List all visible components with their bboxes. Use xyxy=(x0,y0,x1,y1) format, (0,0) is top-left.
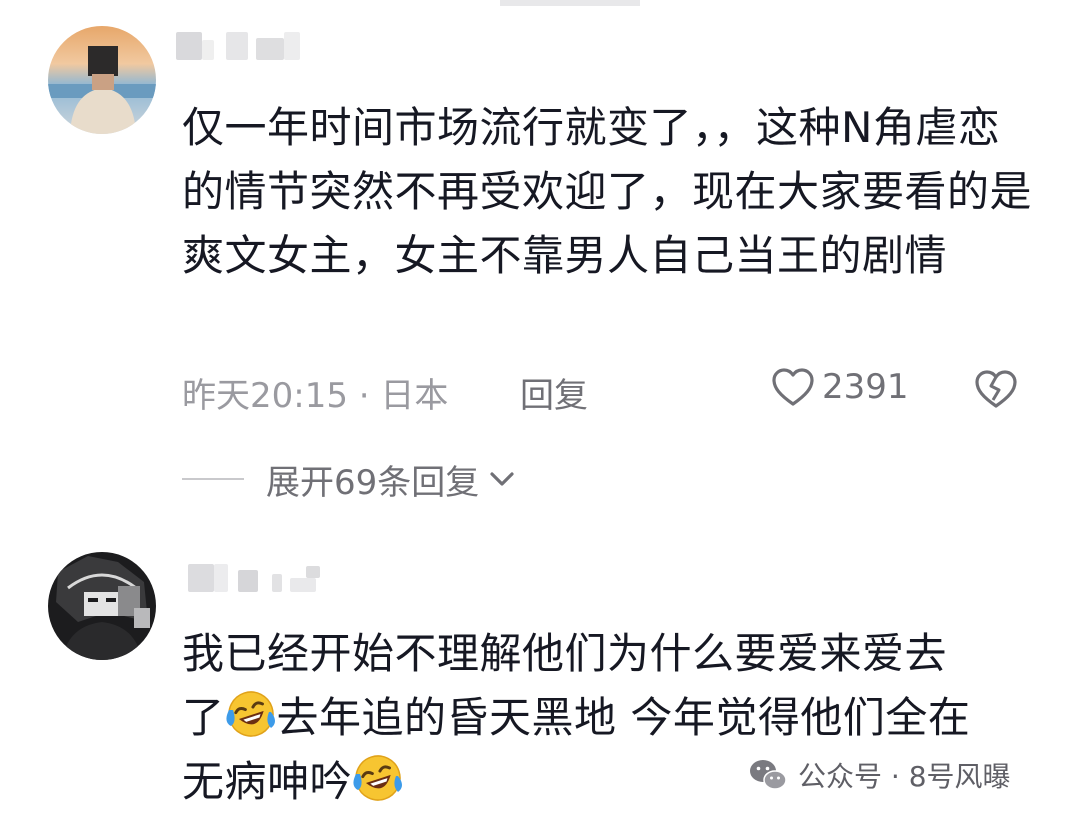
comment-item: 仅一年时间市场流行就变了，，这种N角虐恋的情节突然不再受欢迎了，现在大家要看的是… xyxy=(0,0,1080,520)
username-redacted[interactable] xyxy=(176,564,336,592)
comment-time-location: 昨天20:15 · 日本 xyxy=(182,376,449,416)
like-button[interactable]: 2391 xyxy=(770,366,909,408)
comment-meta: 昨天20:15 · 日本 回复 2391 xyxy=(182,366,1042,416)
wechat-icon xyxy=(750,760,787,790)
watermark: 公众号 · 8号风曝 xyxy=(748,750,1011,800)
comment-text-fragment: 无病呻吟 xyxy=(182,757,353,806)
avatar[interactable] xyxy=(48,26,156,134)
watermark-text: 公众号 · 8号风曝 xyxy=(798,760,1011,793)
comment-text-line: 了 去年追的昏天黑地 今年觉得他们全在 xyxy=(182,686,1042,750)
avatar[interactable] xyxy=(48,552,156,660)
comment-text-fragment: 了 xyxy=(182,693,225,742)
laughing-crying-emoji-icon xyxy=(353,755,403,801)
laughing-crying-emoji-icon xyxy=(225,691,275,737)
avatar-image xyxy=(48,552,156,660)
heart-outline-icon xyxy=(772,368,814,406)
avatar-image xyxy=(48,26,156,134)
chevron-down-icon xyxy=(490,472,514,486)
reply-button[interactable]: 回复 xyxy=(520,368,588,417)
like-count: 2391 xyxy=(822,367,909,407)
divider-line xyxy=(182,478,244,480)
comment-text-line: 我已经开始不理解他们为什么要爱来爱去 xyxy=(182,629,948,678)
comment-text-fragment: 去年追的昏天黑地 今年觉得他们全在 xyxy=(276,693,971,742)
comment-text: 仅一年时间市场流行就变了，，这种N角虐恋的情节突然不再受欢迎了，现在大家要看的是… xyxy=(182,103,1033,280)
dislike-button[interactable] xyxy=(974,368,1018,419)
username-redacted[interactable] xyxy=(176,32,316,60)
expand-replies-button[interactable]: 展开69条回复 xyxy=(182,454,517,504)
broken-heart-icon xyxy=(975,370,1017,408)
expand-replies-label: 展开69条回复 xyxy=(266,462,480,503)
